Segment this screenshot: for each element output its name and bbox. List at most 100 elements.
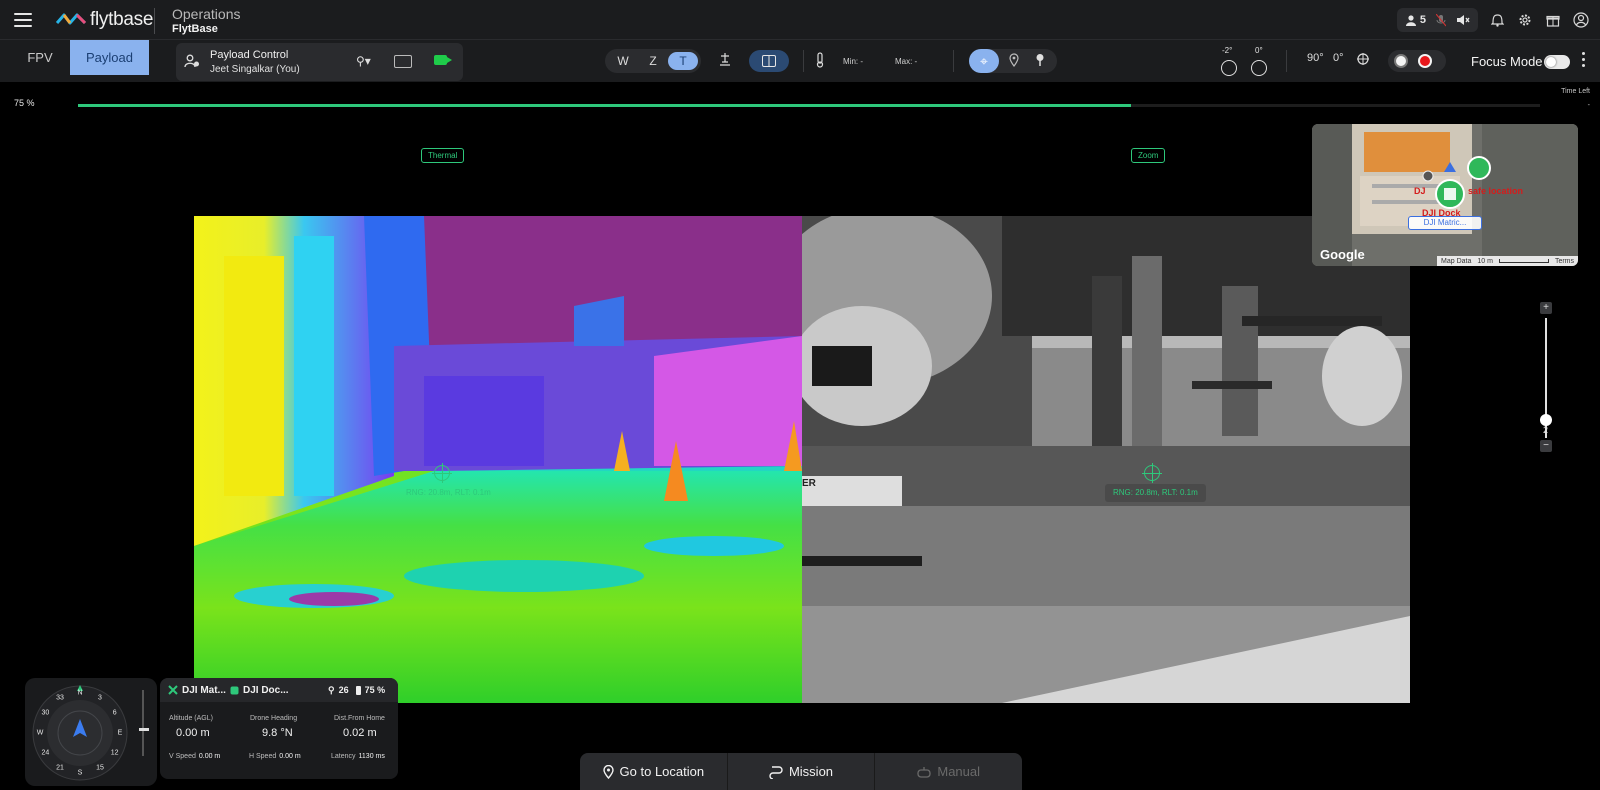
gift-icon[interactable] [1544,11,1562,29]
telemetry-header: DJI Mat... DJI Doc... ⚲ 26 75 % [160,678,398,702]
thermometer-icon[interactable] [815,52,825,71]
home-distance-label: Dist.From Home [334,715,385,722]
mic-muted-icon[interactable] [1436,13,1446,27]
location-pin-outline-icon[interactable] [1009,53,1019,70]
manual-button[interactable]: Manual [875,753,1022,790]
page-title: Operations [172,6,241,22]
map-safe-location-label: safe location [1468,186,1524,196]
gimbal-rotate-90-button[interactable]: 90° [1307,52,1324,64]
split-view-button[interactable] [749,50,789,72]
dock-selector[interactable]: DJI Doc... [230,685,289,696]
compass-tick-label: E [117,729,123,737]
user-account-icon[interactable] [1572,11,1590,29]
battery-icon [355,685,361,695]
thermal-crosshair-icon [432,463,452,483]
gimbal-yaw-value: 0° [1255,46,1263,55]
hspeed-label: H Speed [249,753,277,760]
flight-action-bar: Go to Location Mission Manual [580,753,1022,790]
palette-icon[interactable] [718,52,732,69]
crosshair-mode-icon[interactable]: ⌖ [969,49,999,73]
mini-map[interactable]: DJ safe location DJI Dock DJI Matric... … [1312,124,1578,266]
capture-controls [1388,50,1446,72]
brand-logo: flytbase [56,9,153,30]
lens-zoom[interactable]: Z [638,54,668,68]
lens-wide[interactable]: W [608,54,638,68]
menu-icon[interactable] [14,13,32,27]
mission-label: Mission [788,764,834,779]
drone-selector[interactable]: DJI Mat... [168,685,226,696]
tab-fpv[interactable]: FPV [10,40,70,75]
tab-payload[interactable]: Payload [70,40,149,75]
zoom-in-button[interactable]: + [1540,302,1552,314]
vspeed-label: V Speed [169,753,196,760]
compass-dial [32,685,128,781]
progress-percent: 75 % [14,98,35,108]
latency-value: 1130 ms [358,753,385,760]
payload-control-card[interactable]: Payload Control Jeet Singalkar (You) ⚲▾ [176,43,463,81]
time-left: Time Left - [1561,85,1590,113]
zoom-overlay-text: ER [802,478,816,489]
satellite-icon: ⚲ [328,684,335,695]
drone-stats: ⚲ 26 75 % [328,685,385,696]
location-pin-filled-icon[interactable] [1035,53,1045,70]
joystick-icon [917,766,932,778]
lens-thermal[interactable]: T [668,52,698,70]
progress-track [78,104,1540,107]
thermal-range-readout: RNG: 20.8m, RLT: 0.1m [406,488,491,497]
go-to-location-button[interactable]: Go to Location [580,753,728,790]
zoom-crosshair-icon [1142,463,1162,483]
more-options-icon[interactable] [1582,52,1585,70]
compass-tick-label: 3 [98,694,102,702]
photo-capture-button[interactable] [1394,54,1408,68]
users-count: 5 [1419,14,1426,26]
map-terms-link[interactable]: Terms [1555,258,1574,265]
compass-tick-label: 21 [56,764,64,772]
separator [1286,50,1287,72]
keyboard-icon[interactable] [394,55,412,68]
drone-icon [168,685,178,695]
point-mode-group[interactable]: ⌖ [969,49,1057,73]
gimbal-rotate-0-button[interactable]: 0° [1333,52,1344,64]
header-actions: 5 [1396,8,1590,32]
header-divider [154,8,155,34]
go-to-location-label: Go to Location [619,764,705,779]
satellite-map-image [1312,124,1578,266]
vspeed-row: V Speed 0.00 m [169,753,220,760]
users-pill[interactable]: 5 [1396,8,1478,32]
map-attribution: Map Data 10 m Terms [1437,256,1578,266]
gimbal-yaw-icon [1251,60,1267,76]
lens-selector[interactable]: W Z T [605,49,701,73]
mission-button[interactable]: Mission [728,753,876,790]
thermal-image [194,216,802,703]
map-scale: 10 m [1477,257,1493,265]
payload-control-title: Payload Control [210,49,289,61]
video-camera-icon[interactable] [434,55,452,65]
thermal-view-label: Thermal [421,148,465,163]
compass-card: N 3 6 E 12 15 S 21 24 W 30 33 [25,678,157,786]
battery-progress: 75 % Time Left - [0,82,1600,116]
bell-icon[interactable] [1488,11,1506,29]
zoom-range-readout: RNG: 20.8m, RLT: 0.1m [1105,484,1206,502]
thermal-video-feed[interactable]: RNG: 20.8m, RLT: 0.1m [194,216,802,703]
battery-percent: 75 % [364,685,386,695]
map-scale-bar [1498,259,1549,263]
settings-gear-icon[interactable] [1516,11,1534,29]
separator [953,50,954,72]
manual-label: Manual [937,764,980,779]
transfer-control-dropdown-icon[interactable]: ⚲▾ [356,54,371,68]
gimbal-reset-icon[interactable] [1356,52,1370,69]
zoom-out-button[interactable]: − [1540,440,1552,452]
zoom-video-feed[interactable]: ER RNG: 20.8m, RLT: 0.1m [802,216,1410,703]
compass-tick-label: S [77,769,83,777]
top-header: flytbase Operations FlytBase 5 [0,0,1600,40]
map-data-link[interactable]: Map Data [1441,258,1471,265]
zoom-image [802,216,1410,703]
heading-value: 9.8 °N [262,727,293,739]
temp-max: Max: - [895,57,918,66]
dock-icon [230,686,239,694]
zoom-level-value: 2 [1543,425,1549,435]
focus-mode-toggle[interactable] [1544,55,1570,69]
map-drone-label[interactable]: DJI Matric... [1408,216,1482,230]
speaker-muted-icon[interactable] [1456,14,1470,26]
record-button[interactable] [1418,54,1432,68]
